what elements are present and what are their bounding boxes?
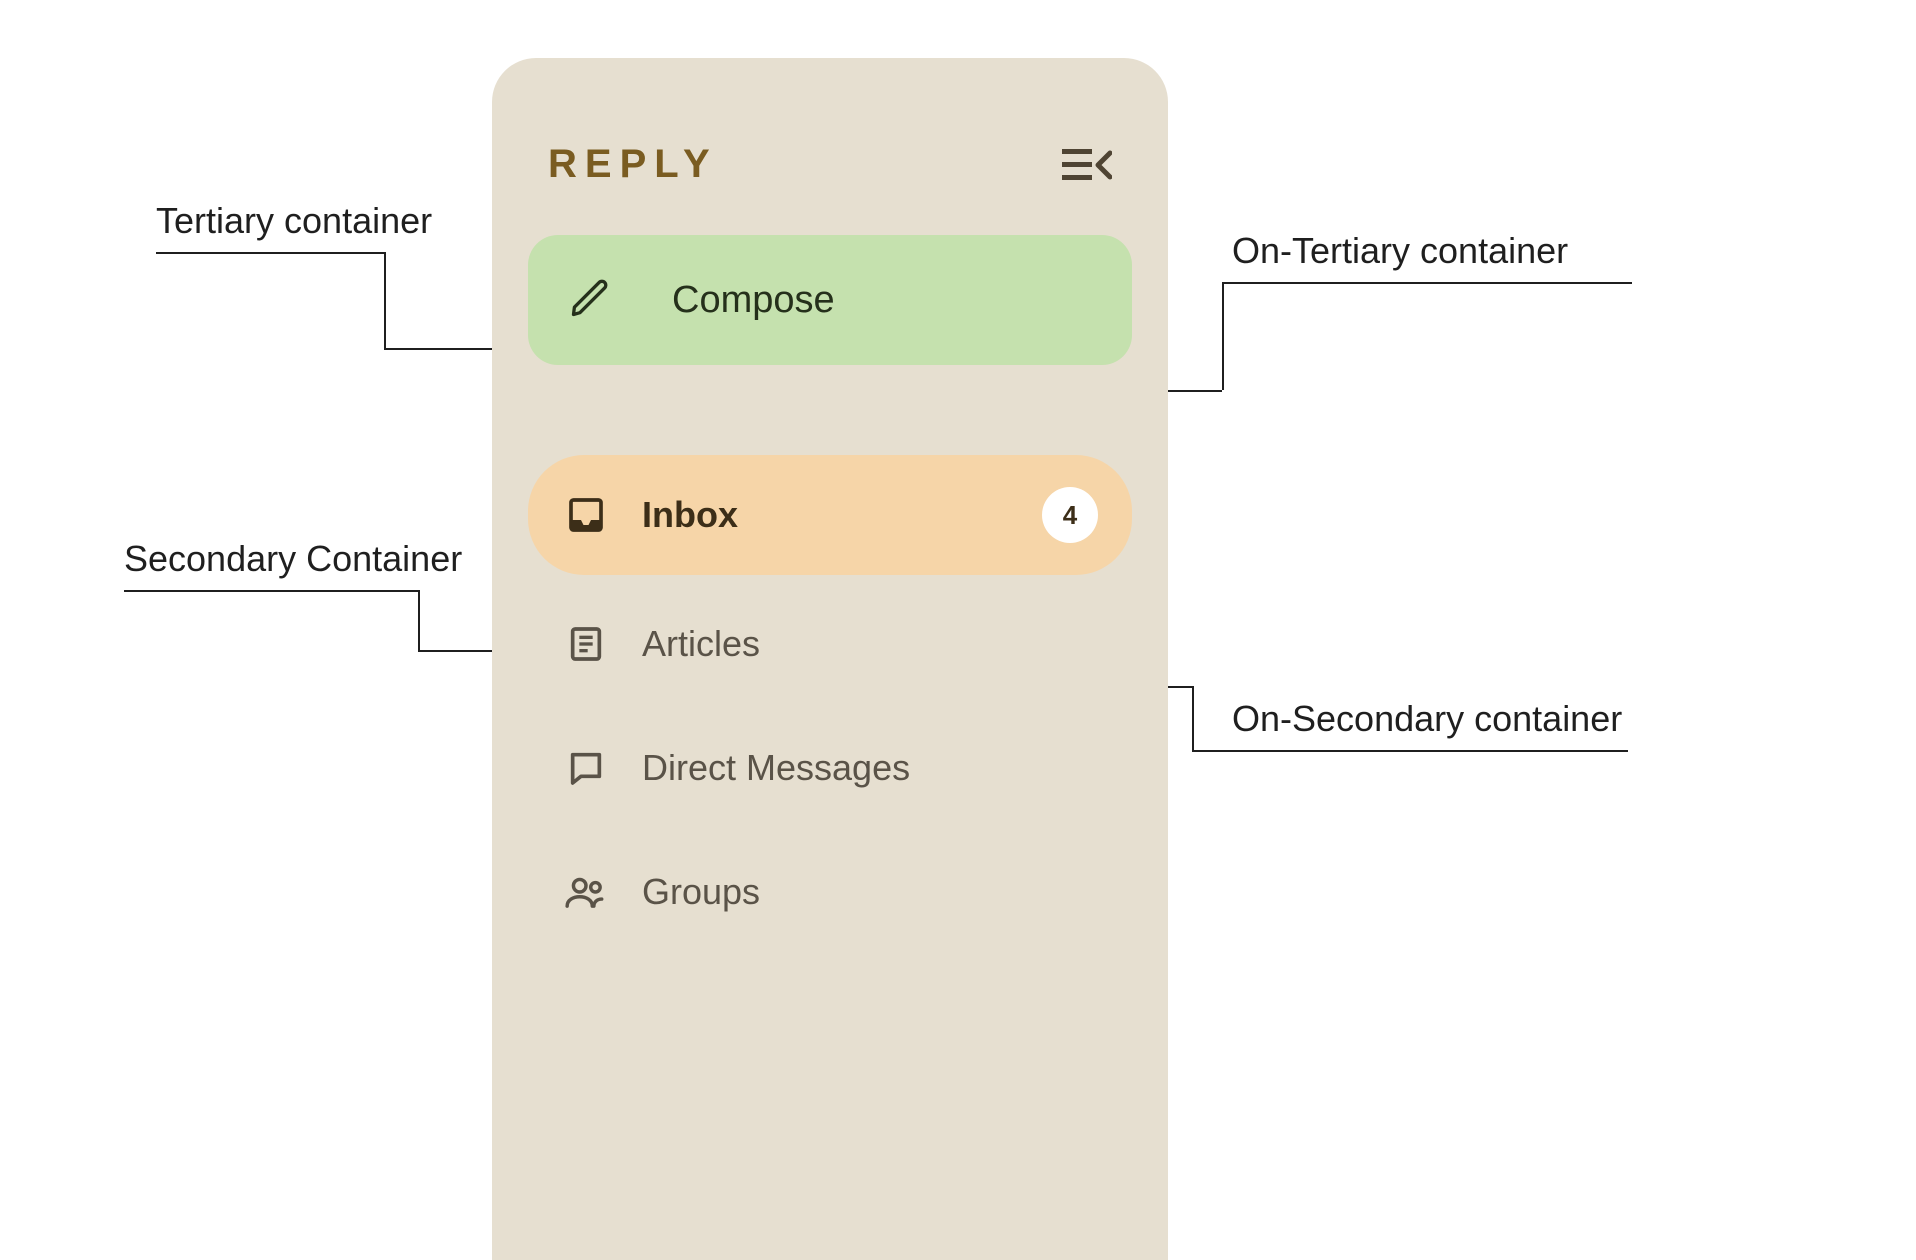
leader-line: [1222, 282, 1632, 284]
compose-button-label: Compose: [672, 279, 835, 322]
leader-line: [1222, 282, 1224, 390]
article-icon: [562, 624, 610, 664]
drawer-header: REPLY: [522, 98, 1138, 235]
chat-icon: [562, 748, 610, 788]
diagram-stage: Tertiary container Secondary Container O…: [0, 0, 1916, 1260]
nav-item-groups[interactable]: Groups: [528, 837, 1132, 947]
nav-item-label: Inbox: [642, 494, 738, 536]
leader-line: [384, 252, 386, 348]
inbox-badge: 4: [1042, 487, 1098, 543]
nav-item-label: Articles: [642, 623, 760, 665]
nav-item-inbox[interactable]: Inbox 4: [528, 455, 1132, 575]
navigation-drawer: REPLY Compose: [492, 58, 1168, 1260]
annotation-tertiary-container: Tertiary container: [156, 200, 432, 242]
nav-item-label: Direct Messages: [642, 747, 910, 789]
nav-item-direct-messages[interactable]: Direct Messages: [528, 713, 1132, 823]
leader-line: [156, 252, 386, 254]
annotation-on-tertiary-container: On-Tertiary container: [1232, 230, 1568, 272]
leader-line: [418, 590, 420, 650]
inbox-icon: [562, 495, 610, 535]
leader-line: [1192, 750, 1628, 752]
compose-button[interactable]: Compose: [528, 235, 1132, 365]
app-title: REPLY: [548, 142, 718, 187]
edit-icon: [568, 276, 612, 325]
group-icon: [562, 872, 610, 912]
leader-line: [1192, 686, 1194, 750]
menu-open-icon[interactable]: [1060, 145, 1112, 185]
annotation-on-secondary-container: On-Secondary container: [1232, 698, 1622, 740]
nav-item-label: Groups: [642, 871, 760, 913]
leader-line: [124, 590, 420, 592]
annotation-secondary-container: Secondary Container: [124, 538, 462, 580]
nav-item-articles[interactable]: Articles: [528, 589, 1132, 699]
